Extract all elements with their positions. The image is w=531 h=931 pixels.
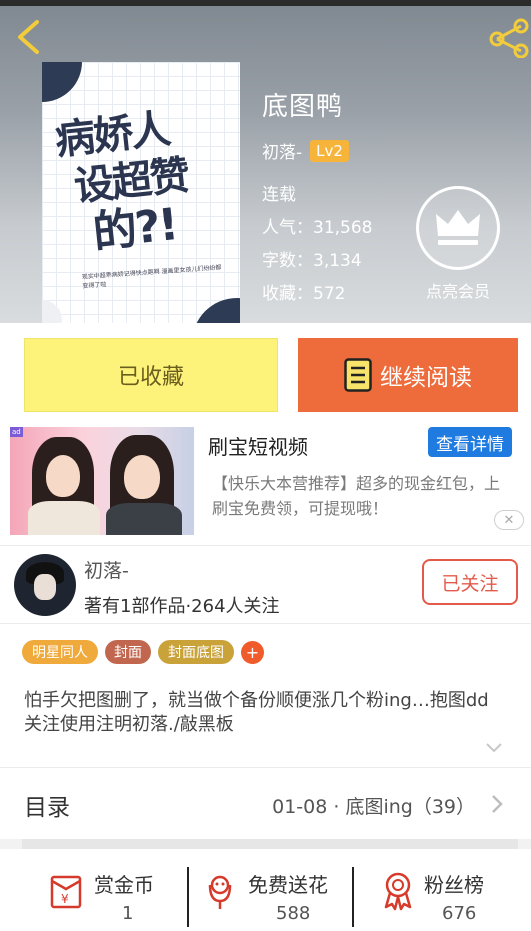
send-flower-count: 588 <box>276 903 311 924</box>
continue-reading-label: 继续阅读 <box>380 365 472 391</box>
tag-chip[interactable]: 封面 <box>105 640 151 664</box>
chevron-down-icon[interactable] <box>484 741 504 755</box>
ad-details-button[interactable]: 查看详情 <box>428 427 512 457</box>
crown-icon <box>436 210 480 245</box>
level-badge: Lv2 <box>310 139 349 162</box>
chevron-right-icon <box>492 795 503 813</box>
author-card-info: 著有1部作品·264人关注 <box>84 596 280 617</box>
bar-divider <box>352 867 354 927</box>
ad-title[interactable]: 刷宝短视频 <box>208 431 308 460</box>
ad-tag: ad <box>10 427 23 437</box>
author-row: 初落- Lv2 <box>262 138 349 163</box>
member-badge <box>416 186 500 270</box>
back-button[interactable] <box>12 18 48 56</box>
author-card[interactable]: 初落- 著有1部作品·264人关注 已关注 <box>0 545 531 623</box>
member-button[interactable]: 点亮会员 <box>414 186 502 302</box>
book-icon <box>344 358 372 392</box>
fan-ranking-button[interactable]: 粉丝榜 676 <box>380 867 510 931</box>
table-of-contents-row[interactable]: 目录 01-08 · 底图ing（39） <box>0 767 531 839</box>
add-tag-button[interactable]: + <box>241 641 264 664</box>
followed-button[interactable]: 已关注 <box>422 559 518 605</box>
toc-latest-chapter: 01-08 · 底图ing（39） <box>272 796 475 818</box>
ad-close-button[interactable]: ✕ <box>494 510 524 530</box>
serial-status: 连载 <box>262 185 296 205</box>
bottom-action-bar: ¥ 赏金币 1 免费送花 588 粉丝榜 676 <box>0 849 531 931</box>
reward-coins-button[interactable]: ¥ 赏金币 1 <box>48 867 178 931</box>
medal-icon <box>384 872 412 911</box>
book-header: 病娇人 设超赞 的?! 现实中超乖病娇记得快点跑啊 漫画里女孩儿们纷纷都变得了啦… <box>0 0 531 323</box>
tag-chip[interactable]: 封面底图 <box>158 640 234 664</box>
chevron-left-icon <box>18 20 39 54</box>
author-card-name: 初落- <box>84 560 129 582</box>
ad-image-person <box>28 501 100 535</box>
ad-image-person <box>106 503 182 535</box>
send-flower-label: 免费送花 <box>248 873 328 897</box>
avatar-detail <box>34 574 56 600</box>
flower-icon <box>208 875 232 909</box>
share-button[interactable] <box>487 18 531 59</box>
avatar[interactable] <box>14 554 76 616</box>
fan-ranking-label: 粉丝榜 <box>424 873 484 897</box>
book-title: 底图鸭 <box>262 92 344 122</box>
description-text: 怕手欠把图删了，就当做个备份顺便涨几个粉ing…抱图dd关注使用注明初落./敲黑… <box>24 690 489 735</box>
tag-chip[interactable]: 明星同人 <box>22 640 98 664</box>
word-count-stat: 字数：3,134 <box>262 251 362 271</box>
popularity-stat: 人气：31,568 <box>262 218 373 238</box>
ad-image-person <box>124 455 160 499</box>
toc-title: 目录 <box>24 795 70 821</box>
member-label: 点亮会员 <box>425 282 490 301</box>
action-buttons: 已收藏 继续阅读 <box>0 323 531 415</box>
reward-coins-count: 1 <box>122 903 134 924</box>
red-envelope-icon: ¥ <box>50 875 82 909</box>
ad-description: 【快乐大本营推荐】超多的现金红包，上刷宝免费领，可提现哦！ <box>212 474 501 518</box>
favorited-button[interactable]: 已收藏 <box>24 338 278 412</box>
bar-divider <box>187 867 189 927</box>
favorites-stat: 收藏：572 <box>262 284 346 304</box>
reward-coins-label: 赏金币 <box>94 873 154 897</box>
svg-text:¥: ¥ <box>61 892 69 906</box>
author-name[interactable]: 初落- <box>262 138 302 163</box>
cover-title: 病娇人 设超赞 的?! <box>53 100 237 261</box>
send-flower-button[interactable]: 免费送花 588 <box>204 867 344 931</box>
book-cover[interactable]: 病娇人 设超赞 的?! 现实中超乖病娇记得快点跑啊 漫画里女孩儿们纷纷都变得了啦 <box>42 62 240 323</box>
tag-list: 明星同人 封面 封面底图 + <box>0 623 531 671</box>
share-icon <box>489 18 529 59</box>
ad-banner[interactable]: ad 刷宝短视频 查看详情 【快乐大本营推荐】超多的现金红包，上刷宝免费领，可提… <box>0 415 531 545</box>
ad-image-person <box>46 455 80 497</box>
continue-reading-button[interactable]: 继续阅读 <box>298 338 518 412</box>
book-description: 怕手欠把图删了，就当做个备份顺便涨几个粉ing…抱图dd关注使用注明初落./敲黑… <box>0 671 531 767</box>
ad-image[interactable]: ad <box>10 427 194 535</box>
fan-ranking-count: 676 <box>442 903 477 924</box>
section-divider <box>22 839 518 849</box>
